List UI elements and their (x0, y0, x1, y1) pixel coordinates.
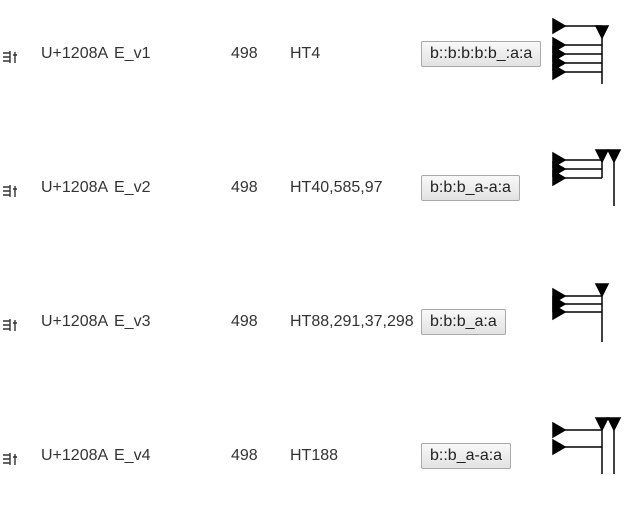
encoding-button[interactable]: b:b:b_a:a (421, 309, 506, 335)
cuneiform-sign-icon (552, 417, 622, 474)
sign-number: 498 (231, 179, 258, 196)
encoding-button[interactable]: b:b:b_a-a:a (421, 175, 520, 201)
references: HT4 (290, 45, 321, 62)
codepoint: U+1208A (41, 313, 109, 330)
table-row: U+1208A E_v3 498 HT88,291,37,298 b:b:b_a… (0, 272, 631, 372)
variant-name: E_v2 (114, 179, 151, 196)
cuneiform-glyph-icon (3, 319, 17, 331)
codepoint: U+1208A (41, 447, 109, 464)
cuneiform-glyph-icon (3, 453, 17, 465)
sign-number: 498 (231, 313, 258, 330)
cuneiform-sign-icon (552, 149, 622, 206)
references: HT88,291,37,298 (290, 313, 414, 330)
table-row: U+1208A E_v1 498 HT4 b::b:b:b:b_:a:a (0, 4, 631, 104)
cuneiform-glyph-icon (3, 185, 17, 197)
codepoint: U+1208A (41, 179, 109, 196)
variant-name: E_v1 (114, 45, 151, 62)
sign-number: 498 (231, 447, 258, 464)
sign-number: 498 (231, 45, 258, 62)
cuneiform-glyph-icon (3, 51, 17, 63)
variant-name: E_v3 (114, 313, 151, 330)
references: HT40,585,97 (290, 179, 383, 196)
references: HT188 (290, 447, 339, 464)
encoding-button[interactable]: b::b_a-a:a (421, 443, 512, 469)
table-row: U+1208A E_v2 498 HT40,585,97 b:b:b_a-a:a (0, 138, 631, 238)
encoding-button[interactable]: b::b:b:b:b_:a:a (421, 41, 542, 67)
codepoint: U+1208A (41, 45, 109, 62)
table-row: U+1208A E_v4 498 HT188 b::b_a-a:a (0, 406, 631, 506)
cuneiform-sign-icon (552, 283, 610, 342)
variant-name: E_v4 (114, 447, 151, 464)
cuneiform-sign-icon (552, 18, 610, 84)
